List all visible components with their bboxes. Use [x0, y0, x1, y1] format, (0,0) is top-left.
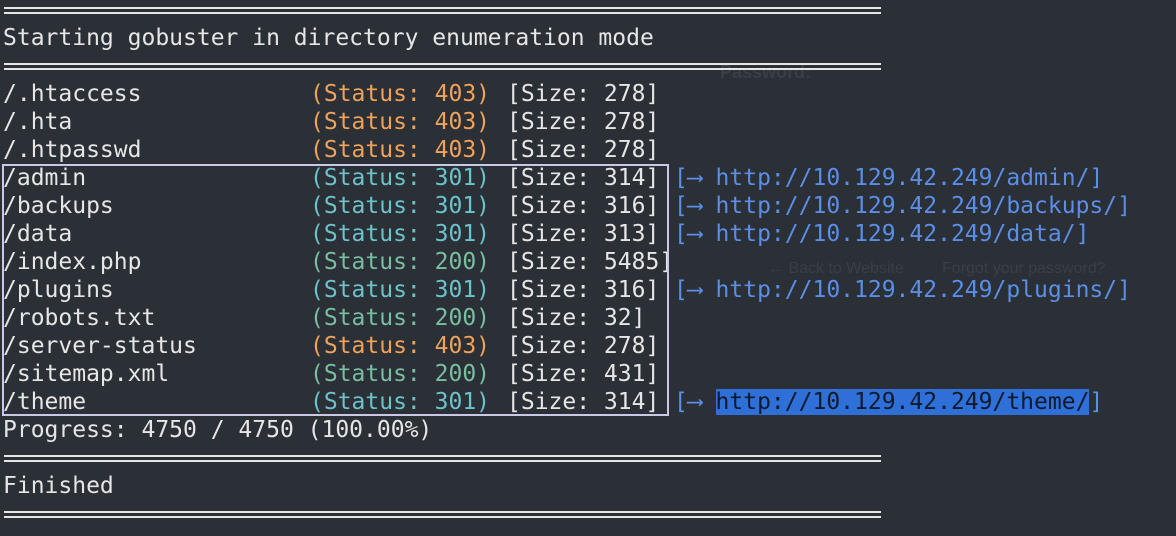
result-status: (Status: 301)	[310, 193, 491, 219]
redirect-arrow-icon: [⟶	[674, 221, 716, 247]
redirect-url[interactable]: http://10.129.42.249/admin/]	[716, 165, 1104, 191]
result-row: /admin (Status: 301) [Size: 314] [⟶ http://…	[0, 164, 1176, 192]
separator-progress-bottom	[4, 455, 881, 462]
result-path: /plugins	[3, 277, 114, 303]
redirect-info: [⟶ http://10.129.42.249/backups/]	[674, 192, 1131, 220]
result-path: /theme	[3, 389, 87, 415]
redirect-arrow-icon: [⟶	[674, 277, 716, 303]
result-path: /data	[3, 221, 73, 247]
result-size: [Size: 278]	[507, 109, 660, 135]
result-size: [Size: 313]	[507, 221, 660, 247]
result-path: /index.php	[3, 249, 142, 275]
result-row: /backups (Status: 301) [Size: 316] [⟶ http:…	[0, 192, 1176, 220]
result-path: /.hta	[3, 109, 73, 135]
result-row: /.htaccess (Status: 403) [Size: 278]	[0, 80, 1176, 108]
result-size: [Size: 316]	[507, 277, 660, 303]
result-size: [Size: 314]	[507, 389, 660, 415]
result-status: (Status: 403)	[310, 109, 491, 135]
result-path: /admin	[3, 165, 87, 191]
result-size: [Size: 32]	[507, 305, 646, 331]
redirect-url[interactable]: http://10.129.42.249/plugins/]	[716, 277, 1131, 303]
result-status: (Status: 200)	[310, 249, 491, 275]
result-path: /.htaccess	[3, 81, 142, 107]
result-size: [Size: 278]	[507, 81, 660, 107]
result-row: /data (Status: 301) [Size: 313] [⟶ http://1…	[0, 220, 1176, 248]
result-path: /sitemap.xml	[3, 361, 170, 387]
result-row: /.htpasswd (Status: 403) [Size: 278]	[0, 136, 1176, 164]
redirect-url[interactable]: http://10.129.42.249/backups/]	[716, 193, 1131, 219]
result-row: /sitemap.xml (Status: 200) [Size: 431]	[0, 360, 1176, 388]
result-status: (Status: 301)	[310, 277, 491, 303]
redirect-url[interactable]: http://10.129.42.249/data/]	[716, 221, 1090, 247]
header-line: Starting gobuster in directory enumerati…	[3, 25, 654, 51]
redirect-arrow-icon: [⟶	[674, 193, 716, 219]
result-size: [Size: 316]	[507, 193, 660, 219]
result-row: /theme (Status: 301) [Size: 314] [⟶ http://…	[0, 388, 1176, 416]
separator-bottom	[4, 511, 881, 518]
result-row: /index.php (Status: 200) [Size: 5485]	[0, 248, 1176, 276]
redirect-arrow-icon: [⟶	[674, 165, 716, 191]
result-size: [Size: 314]	[507, 165, 660, 191]
result-row: /robots.txt (Status: 200) [Size: 32]	[0, 304, 1176, 332]
result-status: (Status: 301)	[310, 221, 491, 247]
result-status: (Status: 403)	[310, 81, 491, 107]
result-status: (Status: 301)	[310, 389, 491, 415]
result-row: /server-status (Status: 403) [Size: 278]	[0, 332, 1176, 360]
progress-line: Progress: 4750 / 4750 (100.00%)	[3, 417, 433, 443]
redirect-url-suffix: ]	[1089, 389, 1104, 415]
result-path: /backups	[3, 193, 114, 219]
redirect-info: [⟶ http://10.129.42.249/admin/]	[674, 164, 1103, 192]
result-size: [Size: 5485]	[507, 249, 674, 275]
result-path: /.htpasswd	[3, 137, 142, 163]
result-size: [Size: 431]	[507, 361, 660, 387]
result-row: /plugins (Status: 301) [Size: 316] [⟶ http:…	[0, 276, 1176, 304]
redirect-info: [⟶ http://10.129.42.249/data/]	[674, 220, 1089, 248]
result-status: (Status: 200)	[310, 361, 491, 387]
result-status: (Status: 403)	[310, 333, 491, 359]
result-size: [Size: 278]	[507, 137, 660, 163]
redirect-info: [⟶ http://10.129.42.249/plugins/]	[674, 276, 1131, 304]
result-status: (Status: 403)	[310, 137, 491, 163]
terminal-window[interactable]: Password: ← Back to Website Forgot your …	[0, 0, 1176, 536]
separator-top	[4, 7, 881, 14]
result-size: [Size: 278]	[507, 333, 660, 359]
result-path: /robots.txt	[3, 305, 156, 331]
result-path: /server-status	[3, 333, 197, 359]
result-row: /.hta (Status: 403) [Size: 278]	[0, 108, 1176, 136]
redirect-url[interactable]: http://10.129.42.249/theme/	[715, 389, 1090, 415]
result-status: (Status: 301)	[310, 165, 491, 191]
redirect-info: [⟶ http://10.129.42.249/theme/]	[674, 388, 1103, 416]
result-status: (Status: 200)	[310, 305, 491, 331]
redirect-arrow-icon: [⟶	[674, 389, 716, 415]
finished-line: Finished	[3, 473, 114, 499]
separator-header-bottom	[4, 63, 881, 70]
